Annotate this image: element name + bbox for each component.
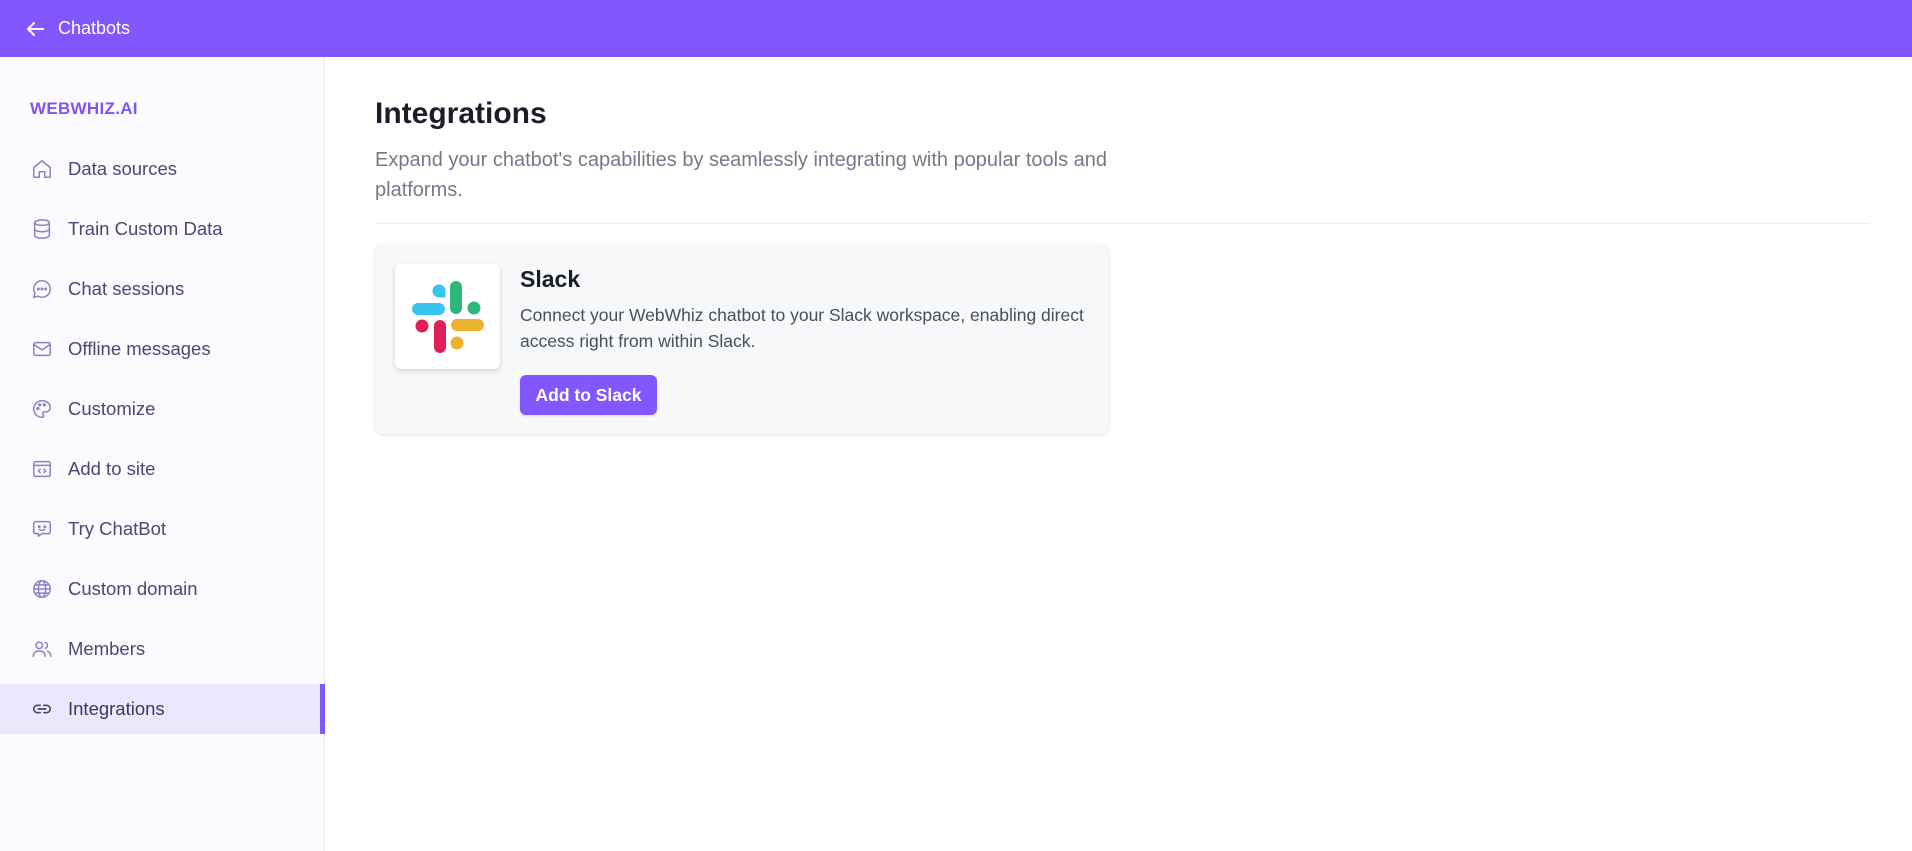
back-link-label: Chatbots (58, 18, 131, 38)
sidebar-item-chat-sessions[interactable]: Chat sessions (0, 264, 325, 314)
top-bar: Chatbots (0, 0, 1912, 57)
globe-icon (30, 577, 54, 601)
sidebar-item-add-to-site[interactable]: Add to site (0, 444, 325, 494)
sidebar-item-label: Offline messages (68, 338, 211, 359)
sidebar-item-label: Chat sessions (68, 278, 185, 299)
back-to-chatbots-link[interactable]: Chatbots (26, 18, 130, 39)
arrow-left-icon (26, 21, 44, 37)
users-icon (30, 637, 54, 661)
sidebar-item-label: Data sources (68, 158, 177, 179)
brand-logo-text: WEBWHIZ.AI (30, 99, 138, 118)
sidebar-item-train-custom-data[interactable]: Train Custom Data (0, 204, 325, 254)
sidebar-item-integrations[interactable]: Integrations (0, 684, 325, 734)
code-window-icon (30, 457, 54, 481)
integration-name: Slack (520, 266, 581, 292)
sidebar-item-offline-messages[interactable]: Offline messages (0, 324, 325, 374)
sidebar-item-try-chatbot[interactable]: Try ChatBot (0, 504, 325, 554)
integration-card-slack: Slack Connect your WebWhiz chatbot to yo… (375, 244, 1109, 434)
sidebar-item-label: Train Custom Data (68, 218, 223, 239)
sidebar-item-customize[interactable]: Customize (0, 384, 325, 434)
sidebar-nav: Data sources Train Custom Data Chat sess… (0, 144, 325, 744)
sidebar-item-label: Try ChatBot (68, 518, 167, 539)
page-title: Integrations (375, 97, 547, 130)
divider (375, 223, 1870, 224)
add-to-slack-button[interactable]: Add to Slack (520, 375, 657, 415)
sidebar: WEBWHIZ.AI Data sources Train Custom Dat… (0, 57, 325, 851)
page-subtitle: Expand your chatbot's capabilities by se… (375, 149, 1108, 201)
sidebar-item-label: Custom domain (68, 578, 198, 599)
sidebar-item-label: Integrations (68, 698, 165, 719)
slack-logo-icon (395, 264, 500, 369)
sidebar-item-label: Customize (68, 398, 156, 419)
integration-description: Connect your WebWhiz chatbot to your Sla… (520, 305, 1084, 351)
database-icon (30, 217, 54, 241)
robot-face-icon (30, 517, 54, 541)
sidebar-item-label: Members (68, 638, 146, 659)
sidebar-item-data-sources[interactable]: Data sources (0, 144, 325, 194)
palette-icon (30, 397, 54, 421)
sidebar-item-members[interactable]: Members (0, 624, 325, 674)
sidebar-item-custom-domain[interactable]: Custom domain (0, 564, 325, 614)
chat-bubble-icon (30, 277, 54, 301)
home-icon (30, 157, 54, 181)
link-icon (30, 697, 54, 721)
mail-icon (30, 337, 54, 361)
sidebar-item-label: Add to site (68, 458, 156, 479)
